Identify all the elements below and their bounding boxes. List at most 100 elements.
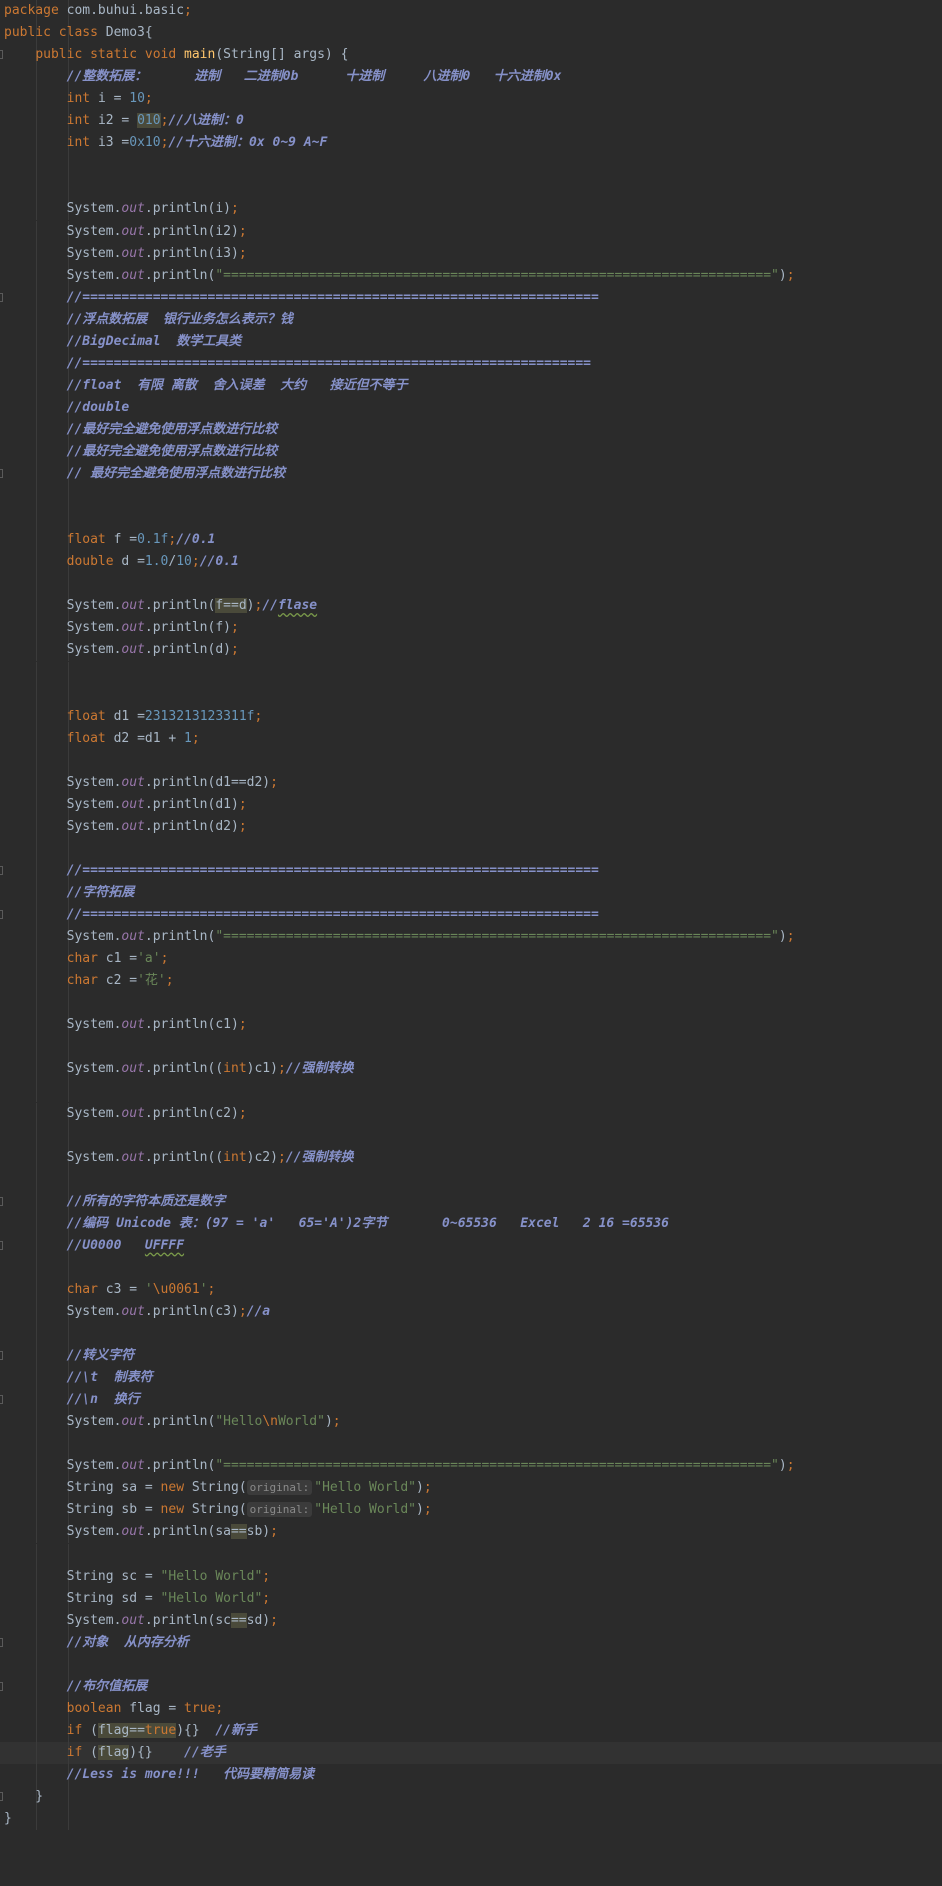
code-line[interactable]: System.out.println(f); bbox=[0, 617, 942, 640]
code-line[interactable]: System.out.println(d1==d2); bbox=[0, 771, 942, 794]
code-line[interactable] bbox=[0, 1543, 942, 1566]
code-line[interactable]: System.out.println((int)c2);//强制转换 bbox=[0, 1146, 942, 1169]
code-line[interactable]: boolean flag = true; bbox=[0, 1697, 942, 1720]
code-line[interactable]: //最好完全避免使用浮点数进行比较 bbox=[0, 418, 942, 441]
code-line[interactable]: //最好完全避免使用浮点数进行比较 bbox=[0, 441, 942, 463]
code-line[interactable] bbox=[0, 837, 942, 860]
code-text: System.out.println(sa==sb); bbox=[4, 1521, 278, 1543]
indent-guide bbox=[68, 1168, 69, 1191]
code-line[interactable]: //所有的字符本质还是数字 bbox=[0, 1190, 942, 1213]
code-line[interactable]: int i3 =0x10;//十六进制：0x 0~9 A~F bbox=[0, 132, 942, 155]
code-line[interactable]: System.out.println(c2); bbox=[0, 1102, 942, 1125]
code-line[interactable]: int i2 = 010;//八进制：0 bbox=[0, 110, 942, 133]
fold-marker-icon[interactable] bbox=[0, 1196, 3, 1206]
code-line[interactable] bbox=[0, 1036, 942, 1059]
fold-marker-icon[interactable] bbox=[0, 1351, 3, 1361]
code-line[interactable]: System.out.println(i2); bbox=[0, 220, 942, 243]
code-token: flag = bbox=[129, 1700, 185, 1716]
code-line[interactable] bbox=[0, 573, 942, 596]
code-line[interactable] bbox=[0, 485, 942, 508]
code-line[interactable] bbox=[0, 1080, 942, 1103]
code-line[interactable]: if (flag){} //老手 bbox=[0, 1741, 942, 1764]
code-line[interactable]: public class Demo3{ bbox=[0, 22, 942, 45]
fold-marker-icon[interactable] bbox=[0, 1637, 3, 1647]
code-line[interactable]: System.out.println("====================… bbox=[0, 264, 942, 287]
code-line[interactable]: System.out.println(c1); bbox=[0, 1014, 942, 1037]
code-line[interactable]: package com.buhui.basic; bbox=[0, 0, 942, 22]
fold-marker-icon[interactable] bbox=[0, 910, 3, 920]
fold-marker-icon[interactable] bbox=[0, 1681, 3, 1691]
code-line[interactable] bbox=[0, 176, 942, 199]
code-line[interactable]: String sd = "Hello World"; bbox=[0, 1587, 942, 1610]
code-line[interactable]: System.out.println(c3);//a bbox=[0, 1300, 942, 1323]
code-line[interactable]: System.out.println(i); bbox=[0, 198, 942, 221]
code-line[interactable]: } bbox=[0, 1786, 942, 1809]
code-line[interactable]: //Less is more!!! 代码要精简易读 bbox=[0, 1764, 942, 1786]
code-line[interactable]: // 最好完全避免使用浮点数进行比较 bbox=[0, 463, 942, 486]
code-line[interactable]: char c1 ='a'; bbox=[0, 948, 942, 971]
code-line[interactable]: String sb = new String(original: "Hello W… bbox=[0, 1499, 942, 1522]
fold-marker-icon[interactable] bbox=[0, 469, 3, 479]
code-line[interactable]: //字符拓展 bbox=[0, 882, 942, 904]
code-line[interactable]: int i = 10; bbox=[0, 88, 942, 111]
code-line[interactable]: System.out.println(d2); bbox=[0, 815, 942, 838]
code-line[interactable]: //double bbox=[0, 396, 942, 419]
code-line[interactable]: //BigDecimal 数学工具类 bbox=[0, 330, 942, 353]
code-line[interactable]: //对象 从内存分析 bbox=[0, 1631, 942, 1654]
code-line[interactable] bbox=[0, 683, 942, 706]
code-line[interactable]: char c2 ='花'; bbox=[0, 970, 942, 993]
code-line[interactable]: System.out.println(d1); bbox=[0, 793, 942, 816]
code-line[interactable]: System.out.println("====================… bbox=[0, 926, 942, 949]
fold-marker-icon[interactable] bbox=[0, 865, 3, 875]
code-line[interactable]: System.out.println(f==d);//flase bbox=[0, 595, 942, 618]
code-line[interactable] bbox=[0, 1168, 942, 1191]
code-line[interactable]: //======================================… bbox=[0, 904, 942, 927]
fold-marker-icon[interactable] bbox=[0, 50, 3, 60]
code-line[interactable]: } bbox=[0, 1808, 942, 1831]
code-line[interactable]: //\n 换行 bbox=[0, 1389, 942, 1412]
code-line[interactable]: //float 有限 离散 舍入误差 大约 接近但不等于 bbox=[0, 374, 942, 397]
code-line[interactable]: System.out.println("====================… bbox=[0, 1455, 942, 1478]
code-line[interactable]: //整数拓展： 进制 二进制0b 十进制 八进制0 十六进制0x bbox=[0, 66, 942, 89]
code-line[interactable]: double d =1.0/10;//0.1 bbox=[0, 551, 942, 574]
fold-marker-icon[interactable] bbox=[0, 292, 3, 302]
fold-marker-icon[interactable] bbox=[0, 1395, 3, 1405]
code-line[interactable]: //U0000 UFFFF bbox=[0, 1234, 942, 1257]
code-line[interactable] bbox=[0, 507, 942, 530]
code-line[interactable]: String sa = new String(original: "Hello W… bbox=[0, 1477, 942, 1500]
code-line[interactable]: //======================================… bbox=[0, 352, 942, 375]
code-line[interactable]: //======================================… bbox=[0, 286, 942, 309]
code-line[interactable] bbox=[0, 1256, 942, 1279]
code-line[interactable]: System.out.println(d); bbox=[0, 639, 942, 662]
code-line[interactable]: //======================================… bbox=[0, 859, 942, 882]
code-line[interactable] bbox=[0, 1433, 942, 1456]
code-line[interactable]: float d2 =d1 + 1; bbox=[0, 727, 942, 750]
code-line[interactable] bbox=[0, 1653, 942, 1676]
code-line[interactable]: //浮点数拓展 银行业务怎么表示？钱 bbox=[0, 308, 942, 331]
code-line[interactable]: if (flag==true){} //新手 bbox=[0, 1719, 942, 1742]
fold-marker-icon[interactable] bbox=[0, 1240, 3, 1250]
code-line[interactable]: float f =0.1f;//0.1 bbox=[0, 529, 942, 552]
code-line[interactable]: //布尔值拓展 bbox=[0, 1675, 942, 1698]
code-line[interactable]: //编码 Unicode 表：(97 = 'a' 65='A')2字节 0~65… bbox=[0, 1212, 942, 1235]
code-line[interactable] bbox=[0, 661, 942, 684]
code-line[interactable]: //转义字符 bbox=[0, 1345, 942, 1368]
code-line[interactable]: char c3 = '\u0061'; bbox=[0, 1278, 942, 1301]
code-line[interactable] bbox=[0, 1323, 942, 1345]
code-line[interactable]: //\t 制表符 bbox=[0, 1367, 942, 1390]
code-line[interactable] bbox=[0, 992, 942, 1015]
code-line[interactable]: System.out.println(sa==sb); bbox=[0, 1521, 942, 1544]
fold-marker-icon[interactable] bbox=[0, 1792, 3, 1802]
code-line[interactable]: System.out.println(sc==sd); bbox=[0, 1609, 942, 1632]
code-line[interactable]: System.out.println(i3); bbox=[0, 242, 942, 265]
code-line[interactable]: System.out.println((int)c1);//强制转换 bbox=[0, 1058, 942, 1081]
code-line[interactable] bbox=[0, 749, 942, 772]
code-line[interactable]: float d1 =2313213123311f; bbox=[0, 705, 942, 728]
code-line[interactable]: public static void main(String[] args) { bbox=[0, 44, 942, 67]
code-line[interactable] bbox=[0, 154, 942, 177]
code-editor[interactable]: package com.buhui.basic; public class Dem… bbox=[0, 0, 942, 1886]
code-line[interactable]: System.out.println("Hello\nWorld"); bbox=[0, 1411, 942, 1434]
code-line[interactable] bbox=[0, 1124, 942, 1147]
code-line[interactable]: String sc = "Hello World"; bbox=[0, 1565, 942, 1588]
